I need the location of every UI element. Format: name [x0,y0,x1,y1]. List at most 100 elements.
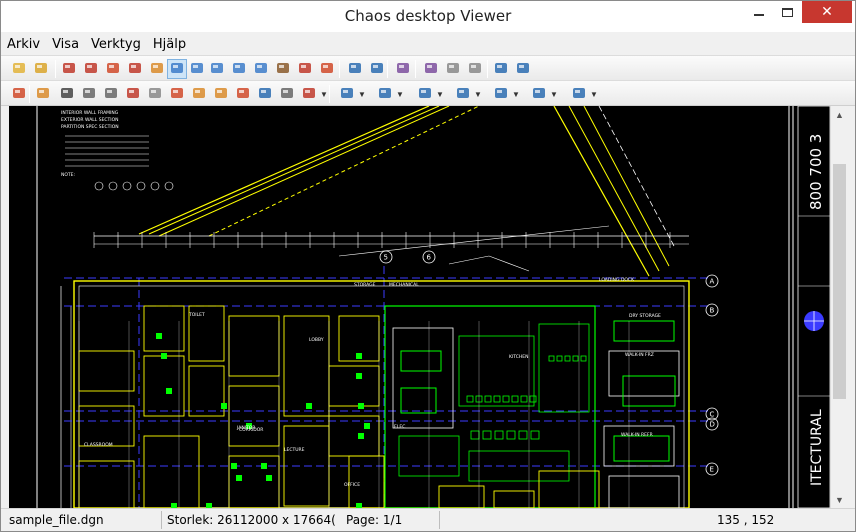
toolbar-separator [29,85,30,103]
arrow-icon [571,85,587,104]
room-label: KITCHEN [509,354,529,360]
structural-column [236,475,242,481]
scroll-thumb[interactable] [833,164,846,399]
copy-button[interactable] [79,84,99,104]
undo-view-icon [61,60,77,79]
compare-button[interactable] [421,59,441,79]
menu-visa[interactable]: Visa [52,37,79,52]
layers-button[interactable] [273,59,293,79]
pencil-button[interactable] [189,84,209,104]
scroll-up-button[interactable]: ▲ [831,106,848,123]
zoom-extents-icon [189,60,205,79]
drawing-canvas[interactable]: A B C D E 5 6 INTERIOR WALL FRAMING EXTERIOR WAL… [9,106,830,508]
rotate-left-button[interactable] [345,59,365,79]
text-button[interactable] [233,84,253,104]
drawing-note: NOTE: [61,172,75,178]
zoom-out-icon [231,60,247,79]
chevron-down-icon[interactable]: ▼ [436,87,444,101]
status-coordinates: 135 , 152 [717,513,775,527]
zoom-realtime-icon [253,60,269,79]
zoom-in-button[interactable] [207,59,227,79]
note-icon [279,85,295,104]
zoom-extents-button[interactable] [187,59,207,79]
arrow-button[interactable] [569,84,589,104]
chevron-down-icon[interactable]: ▼ [550,87,558,101]
arc-icon [377,85,393,104]
minimize-icon [754,14,764,16]
app-window: Chaos desktop Viewer ✕ Arkiv Visa Verkty… [0,0,856,532]
structural-column [356,373,362,379]
ellipse-button[interactable] [491,84,511,104]
chevron-down-icon[interactable]: ▼ [474,87,482,101]
print-icon [395,60,411,79]
pencil-icon [191,85,207,104]
dimension-button[interactable] [299,84,319,104]
close-icon: ✕ [821,4,833,20]
room-label: TOILET [188,312,205,318]
properties-button[interactable] [317,59,337,79]
structural-column [231,463,237,469]
delete-button[interactable] [123,84,143,104]
status-size: Storlek: 26112000 x 17664( [167,513,336,527]
zoom-previous-button[interactable] [125,59,145,79]
open-button[interactable] [9,59,29,79]
save-button[interactable] [491,59,511,79]
rectangle-icon [417,85,433,104]
chevron-down-icon[interactable]: ▼ [512,87,520,101]
structural-column [156,333,162,339]
page-next-button[interactable] [465,59,485,79]
close-button[interactable]: ✕ [802,1,852,23]
menu-verktyg[interactable]: Verktyg [91,37,141,52]
room-label: LOBBY [309,337,324,343]
minimize-button[interactable] [744,1,774,23]
zoom-in-icon [209,60,225,79]
arc-button[interactable] [375,84,395,104]
line-button[interactable] [337,84,357,104]
note-button[interactable] [277,84,297,104]
highlighter-button[interactable] [211,84,231,104]
toolbar-separator [339,60,340,78]
layer-manager-button[interactable] [295,59,315,79]
undo-button[interactable] [145,84,165,104]
zoom-out-button[interactable] [229,59,249,79]
redo-view-button[interactable] [81,59,101,79]
user-button[interactable] [57,84,77,104]
print-button[interactable] [393,59,413,79]
paste-button[interactable] [101,84,121,104]
rectangle-button[interactable] [415,84,435,104]
rotate-right-button[interactable] [367,59,387,79]
zoom-window-button[interactable] [167,59,187,79]
scroll-down-button[interactable]: ▼ [831,491,848,508]
cad-drawing[interactable]: A B CD E 5 6 INTERIOR WALL FRAMINGEXTERIOR WAL… [9,106,830,508]
rounded-rect-button[interactable] [453,84,473,104]
maximize-button[interactable] [772,1,802,23]
layers-icon [275,60,291,79]
settings-button[interactable] [513,59,533,79]
pan-icon [105,60,121,79]
chevron-down-icon[interactable]: ▼ [396,87,404,101]
link-button[interactable] [167,84,187,104]
cloud-button[interactable] [529,84,549,104]
markup-button[interactable] [9,84,29,104]
select-pointer-icon [35,85,51,104]
menu-hjalp[interactable]: Hjälp [153,37,186,52]
structural-column [358,403,364,409]
vertical-scrollbar[interactable]: ▲ ▼ [830,106,848,508]
page-button[interactable] [443,59,463,79]
undo-icon [147,85,163,104]
zoom-realtime-button[interactable] [251,59,271,79]
open-folder-button[interactable] [31,59,51,79]
room-label: CLASSROOM [84,442,113,448]
drawing-note: EXTERIOR WALL SECTION [61,117,119,123]
menu-arkiv[interactable]: Arkiv [7,37,40,52]
chevron-down-icon[interactable]: ▼ [320,87,328,101]
measure-button[interactable] [255,84,275,104]
zoom-next-button[interactable] [147,59,167,79]
pan-button[interactable] [103,59,123,79]
chevron-down-icon[interactable]: ▼ [590,87,598,101]
room-label: LOADING DOCK [599,277,635,283]
chevron-down-icon[interactable]: ▼ [358,87,366,101]
select-pointer-button[interactable] [33,84,53,104]
dimension-icon [301,85,317,104]
undo-view-button[interactable] [59,59,79,79]
